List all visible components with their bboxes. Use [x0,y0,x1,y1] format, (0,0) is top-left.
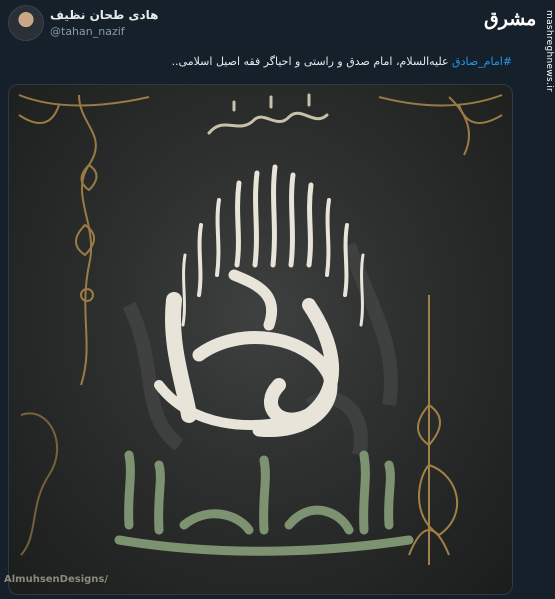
author-avatar[interactable] [8,5,44,41]
author-name[interactable]: هادی طحان نظیف [50,8,158,22]
main-calligraphy [154,164,365,438]
side-ornament-right [408,295,458,565]
media-watermark: AlmuhsenDesigns/ [4,574,109,585]
top-calligraphy [207,93,329,135]
tweet-text: #امام_صادق علیه‌السلام، امام صدق و راستی… [14,54,512,70]
author-handle[interactable]: @tahan_nazif [50,25,125,38]
corner-ornament-top-left [18,94,150,386]
hashtag-link[interactable]: #امام_صادق [452,55,512,68]
mashregh-side-url: mashreghnews.ir [544,10,554,92]
tweet-body: علیه‌السلام، امام صدق و راستی و احیاگر ف… [171,55,453,68]
mashregh-logo: مشرق [484,8,537,30]
corner-ornament-top-right [378,94,503,156]
calligraphy-artwork [18,93,503,565]
side-ornament-left [20,412,59,556]
bottom-calligraphy [114,450,414,556]
tweet-media-image[interactable] [8,84,513,595]
